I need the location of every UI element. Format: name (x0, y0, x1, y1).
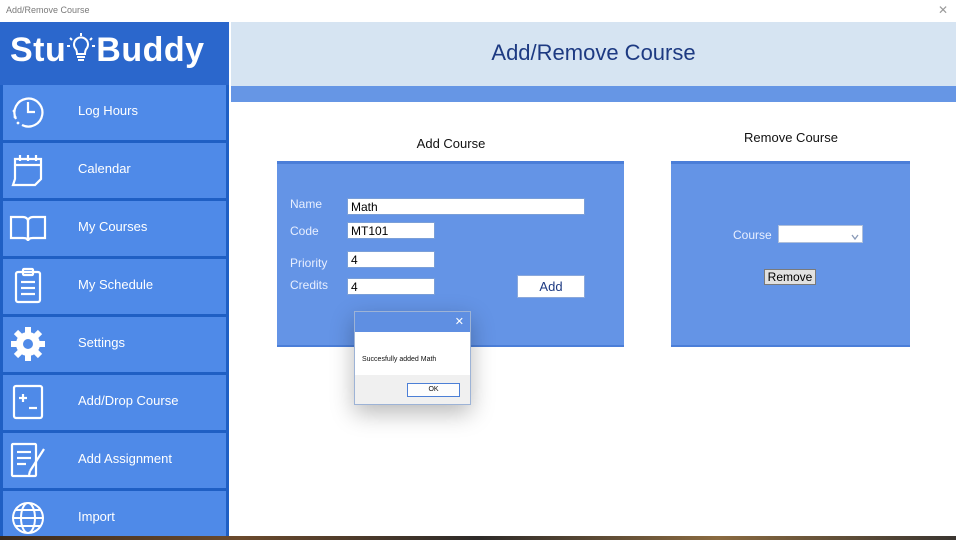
priority-label: Priority (290, 256, 328, 270)
nav-label-add-drop-course: Add/Drop Course (78, 393, 179, 408)
notepad-pen-icon (9, 441, 47, 479)
lightbulb-icon (66, 31, 96, 65)
logo-prefix: Stu (10, 31, 67, 69)
dialog-ok-button[interactable]: OK (407, 383, 460, 397)
nav-label-my-courses: My Courses (78, 219, 148, 234)
sidebar: Stu Buddy Log Hours Calendar My Courses M… (0, 22, 229, 536)
page-header: Add/Remove Course (231, 22, 956, 86)
window-title: Add/Remove Course (6, 5, 90, 15)
calendar-icon (9, 151, 47, 189)
credits-input[interactable] (347, 278, 435, 295)
nav-item-my-courses[interactable]: My Courses (3, 201, 226, 256)
priority-input[interactable] (347, 251, 435, 268)
globe-icon (9, 499, 47, 537)
nav-item-log-hours[interactable]: Log Hours (3, 85, 226, 140)
nav-item-my-schedule[interactable]: My Schedule (3, 259, 226, 314)
window-titlebar: Add/Remove Course ✕ (0, 0, 956, 22)
nav-label-add-assignment: Add Assignment (78, 451, 172, 466)
nav-item-settings[interactable]: Settings (3, 317, 226, 372)
course-select[interactable] (778, 225, 863, 243)
window-close-button[interactable]: ✕ (934, 1, 952, 19)
nav-label-my-schedule: My Schedule (78, 277, 154, 292)
nav-label-import: Import (78, 509, 115, 524)
nav-item-add-assignment[interactable]: Add Assignment (3, 433, 226, 488)
remove-course-title: Remove Course (744, 130, 838, 145)
app-logo: Stu Buddy (0, 22, 229, 85)
nav-label-calendar: Calendar (78, 161, 131, 176)
name-input[interactable] (347, 198, 585, 215)
plus-minus-icon (9, 383, 47, 421)
code-label: Code (290, 224, 319, 238)
code-input[interactable] (347, 222, 435, 239)
nav-label-settings: Settings (78, 335, 125, 350)
remove-course-panel: Course Remove (671, 161, 910, 347)
clock-icon (9, 93, 47, 131)
add-course-button[interactable]: Add (517, 275, 585, 298)
dialog-message: Succesfully added Math (362, 356, 437, 363)
course-label: Course (733, 228, 772, 242)
logo-text: Stu Buddy (10, 31, 205, 70)
credits-label: Credits (290, 278, 329, 292)
dialog-titlebar: ✕ (355, 312, 470, 332)
name-label: Name (290, 197, 323, 211)
logo-suffix: Buddy (96, 31, 205, 69)
gear-icon (9, 325, 47, 363)
header-strip (231, 86, 956, 102)
desktop-background-strip (0, 536, 956, 540)
page-title: Add/Remove Course (491, 40, 696, 65)
add-course-title: Add Course (416, 136, 486, 151)
nav-item-calendar[interactable]: Calendar (3, 143, 226, 198)
nav-item-add-drop-course[interactable]: Add/Drop Course (3, 375, 226, 430)
nav-label-log-hours: Log Hours (78, 103, 138, 118)
book-icon (9, 209, 47, 247)
dialog-footer: OK (355, 375, 470, 404)
clipboard-icon (9, 267, 47, 305)
remove-course-button[interactable]: Remove (764, 269, 816, 285)
nav-item-import[interactable]: Import (3, 491, 226, 536)
success-dialog: ✕ Succesfully added Math OK (354, 311, 471, 405)
chevron-down-icon (850, 229, 860, 241)
dialog-close-button[interactable]: ✕ (455, 315, 464, 329)
